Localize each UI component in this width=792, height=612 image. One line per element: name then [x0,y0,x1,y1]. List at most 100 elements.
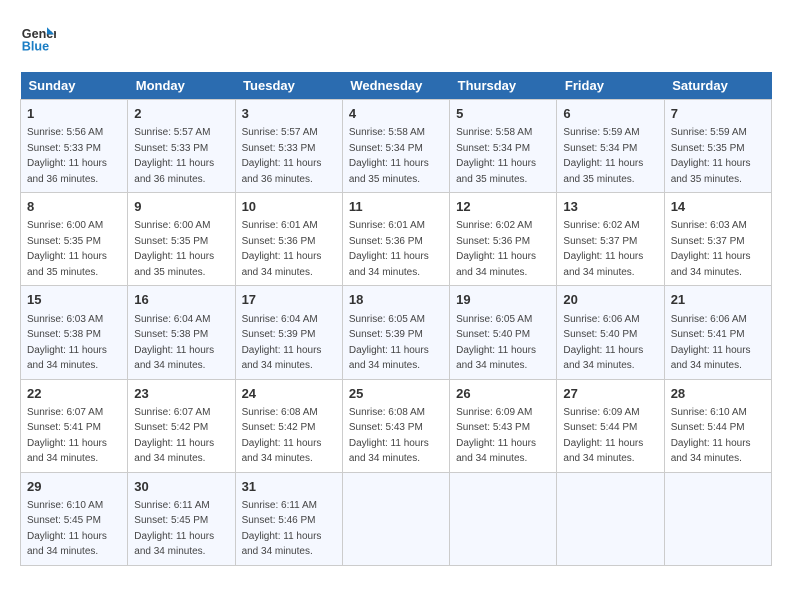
day-detail: Sunrise: 6:10 AMSunset: 5:44 PMDaylight:… [671,407,751,465]
svg-text:Blue: Blue [22,40,49,54]
day-number: 7 [671,105,765,123]
calendar-day-cell: 9 Sunrise: 6:00 AMSunset: 5:35 PMDayligh… [128,193,235,286]
calendar-header-row: SundayMondayTuesdayWednesdayThursdayFrid… [21,72,772,100]
day-detail: Sunrise: 6:11 AMSunset: 5:46 PMDaylight:… [242,500,322,558]
calendar-day-cell: 11 Sunrise: 6:01 AMSunset: 5:36 PMDaylig… [342,193,449,286]
calendar-day-cell: 5 Sunrise: 5:58 AMSunset: 5:34 PMDayligh… [450,100,557,193]
calendar-week-row: 15 Sunrise: 6:03 AMSunset: 5:38 PMDaylig… [21,286,772,379]
day-number: 31 [242,478,336,496]
calendar-day-cell: 25 Sunrise: 6:08 AMSunset: 5:43 PMDaylig… [342,379,449,472]
day-number: 17 [242,291,336,309]
day-detail: Sunrise: 6:03 AMSunset: 5:38 PMDaylight:… [27,314,107,372]
day-detail: Sunrise: 6:11 AMSunset: 5:45 PMDaylight:… [134,500,214,558]
day-number: 15 [27,291,121,309]
day-detail: Sunrise: 6:04 AMSunset: 5:39 PMDaylight:… [242,314,322,372]
calendar-day-cell: 27 Sunrise: 6:09 AMSunset: 5:44 PMDaylig… [557,379,664,472]
day-detail: Sunrise: 6:09 AMSunset: 5:44 PMDaylight:… [563,407,643,465]
day-number: 22 [27,385,121,403]
day-number: 8 [27,198,121,216]
day-number: 5 [456,105,550,123]
calendar-week-row: 1 Sunrise: 5:56 AMSunset: 5:33 PMDayligh… [21,100,772,193]
day-detail: Sunrise: 6:06 AMSunset: 5:41 PMDaylight:… [671,314,751,372]
day-number: 13 [563,198,657,216]
calendar-day-cell: 18 Sunrise: 6:05 AMSunset: 5:39 PMDaylig… [342,286,449,379]
day-detail: Sunrise: 6:01 AMSunset: 5:36 PMDaylight:… [242,220,322,278]
day-number: 30 [134,478,228,496]
day-number: 21 [671,291,765,309]
day-number: 20 [563,291,657,309]
calendar-day-cell: 26 Sunrise: 6:09 AMSunset: 5:43 PMDaylig… [450,379,557,472]
day-number: 27 [563,385,657,403]
day-number: 28 [671,385,765,403]
day-detail: Sunrise: 5:56 AMSunset: 5:33 PMDaylight:… [27,127,107,185]
day-number: 26 [456,385,550,403]
day-number: 11 [349,198,443,216]
calendar-day-cell: 29 Sunrise: 6:10 AMSunset: 5:45 PMDaylig… [21,472,128,565]
calendar-day-cell: 13 Sunrise: 6:02 AMSunset: 5:37 PMDaylig… [557,193,664,286]
day-number: 9 [134,198,228,216]
calendar-day-cell: 12 Sunrise: 6:02 AMSunset: 5:36 PMDaylig… [450,193,557,286]
calendar-day-cell: 17 Sunrise: 6:04 AMSunset: 5:39 PMDaylig… [235,286,342,379]
calendar-day-cell: 23 Sunrise: 6:07 AMSunset: 5:42 PMDaylig… [128,379,235,472]
calendar-day-header: Monday [128,72,235,100]
calendar-day-header: Sunday [21,72,128,100]
day-detail: Sunrise: 5:58 AMSunset: 5:34 PMDaylight:… [456,127,536,185]
day-number: 12 [456,198,550,216]
day-detail: Sunrise: 5:57 AMSunset: 5:33 PMDaylight:… [134,127,214,185]
day-number: 10 [242,198,336,216]
calendar-day-cell: 30 Sunrise: 6:11 AMSunset: 5:45 PMDaylig… [128,472,235,565]
calendar-day-cell: 6 Sunrise: 5:59 AMSunset: 5:34 PMDayligh… [557,100,664,193]
calendar-day-cell: 16 Sunrise: 6:04 AMSunset: 5:38 PMDaylig… [128,286,235,379]
day-detail: Sunrise: 6:10 AMSunset: 5:45 PMDaylight:… [27,500,107,558]
day-detail: Sunrise: 6:07 AMSunset: 5:42 PMDaylight:… [134,407,214,465]
calendar-week-row: 29 Sunrise: 6:10 AMSunset: 5:45 PMDaylig… [21,472,772,565]
calendar-day-cell: 1 Sunrise: 5:56 AMSunset: 5:33 PMDayligh… [21,100,128,193]
calendar-day-header: Tuesday [235,72,342,100]
calendar-week-row: 8 Sunrise: 6:00 AMSunset: 5:35 PMDayligh… [21,193,772,286]
day-detail: Sunrise: 5:59 AMSunset: 5:35 PMDaylight:… [671,127,751,185]
calendar-day-cell: 22 Sunrise: 6:07 AMSunset: 5:41 PMDaylig… [21,379,128,472]
calendar-day-cell: 19 Sunrise: 6:05 AMSunset: 5:40 PMDaylig… [450,286,557,379]
calendar-day-cell: 15 Sunrise: 6:03 AMSunset: 5:38 PMDaylig… [21,286,128,379]
day-detail: Sunrise: 6:07 AMSunset: 5:41 PMDaylight:… [27,407,107,465]
calendar-day-cell: 4 Sunrise: 5:58 AMSunset: 5:34 PMDayligh… [342,100,449,193]
day-detail: Sunrise: 5:57 AMSunset: 5:33 PMDaylight:… [242,127,322,185]
day-number: 16 [134,291,228,309]
day-number: 4 [349,105,443,123]
calendar-body: 1 Sunrise: 5:56 AMSunset: 5:33 PMDayligh… [21,100,772,566]
day-number: 1 [27,105,121,123]
calendar-day-cell: 14 Sunrise: 6:03 AMSunset: 5:37 PMDaylig… [664,193,771,286]
calendar-day-header: Saturday [664,72,771,100]
calendar-day-cell: 2 Sunrise: 5:57 AMSunset: 5:33 PMDayligh… [128,100,235,193]
day-number: 23 [134,385,228,403]
day-number: 2 [134,105,228,123]
calendar-day-cell [664,472,771,565]
day-detail: Sunrise: 6:02 AMSunset: 5:36 PMDaylight:… [456,220,536,278]
day-number: 24 [242,385,336,403]
calendar-day-cell: 7 Sunrise: 5:59 AMSunset: 5:35 PMDayligh… [664,100,771,193]
day-number: 14 [671,198,765,216]
day-detail: Sunrise: 6:05 AMSunset: 5:39 PMDaylight:… [349,314,429,372]
day-detail: Sunrise: 6:06 AMSunset: 5:40 PMDaylight:… [563,314,643,372]
calendar-day-cell: 21 Sunrise: 6:06 AMSunset: 5:41 PMDaylig… [664,286,771,379]
day-detail: Sunrise: 6:00 AMSunset: 5:35 PMDaylight:… [134,220,214,278]
calendar-day-cell [450,472,557,565]
day-number: 3 [242,105,336,123]
day-number: 19 [456,291,550,309]
calendar-table: SundayMondayTuesdayWednesdayThursdayFrid… [20,72,772,566]
logo-icon: General Blue [20,20,56,56]
calendar-day-header: Thursday [450,72,557,100]
calendar-day-cell: 31 Sunrise: 6:11 AMSunset: 5:46 PMDaylig… [235,472,342,565]
day-detail: Sunrise: 6:08 AMSunset: 5:43 PMDaylight:… [349,407,429,465]
calendar-day-header: Friday [557,72,664,100]
day-detail: Sunrise: 6:08 AMSunset: 5:42 PMDaylight:… [242,407,322,465]
calendar-day-cell: 20 Sunrise: 6:06 AMSunset: 5:40 PMDaylig… [557,286,664,379]
calendar-day-cell: 10 Sunrise: 6:01 AMSunset: 5:36 PMDaylig… [235,193,342,286]
calendar-day-header: Wednesday [342,72,449,100]
day-detail: Sunrise: 6:02 AMSunset: 5:37 PMDaylight:… [563,220,643,278]
day-detail: Sunrise: 6:00 AMSunset: 5:35 PMDaylight:… [27,220,107,278]
day-detail: Sunrise: 5:58 AMSunset: 5:34 PMDaylight:… [349,127,429,185]
calendar-day-cell: 28 Sunrise: 6:10 AMSunset: 5:44 PMDaylig… [664,379,771,472]
calendar-day-cell: 24 Sunrise: 6:08 AMSunset: 5:42 PMDaylig… [235,379,342,472]
calendar-day-cell [557,472,664,565]
